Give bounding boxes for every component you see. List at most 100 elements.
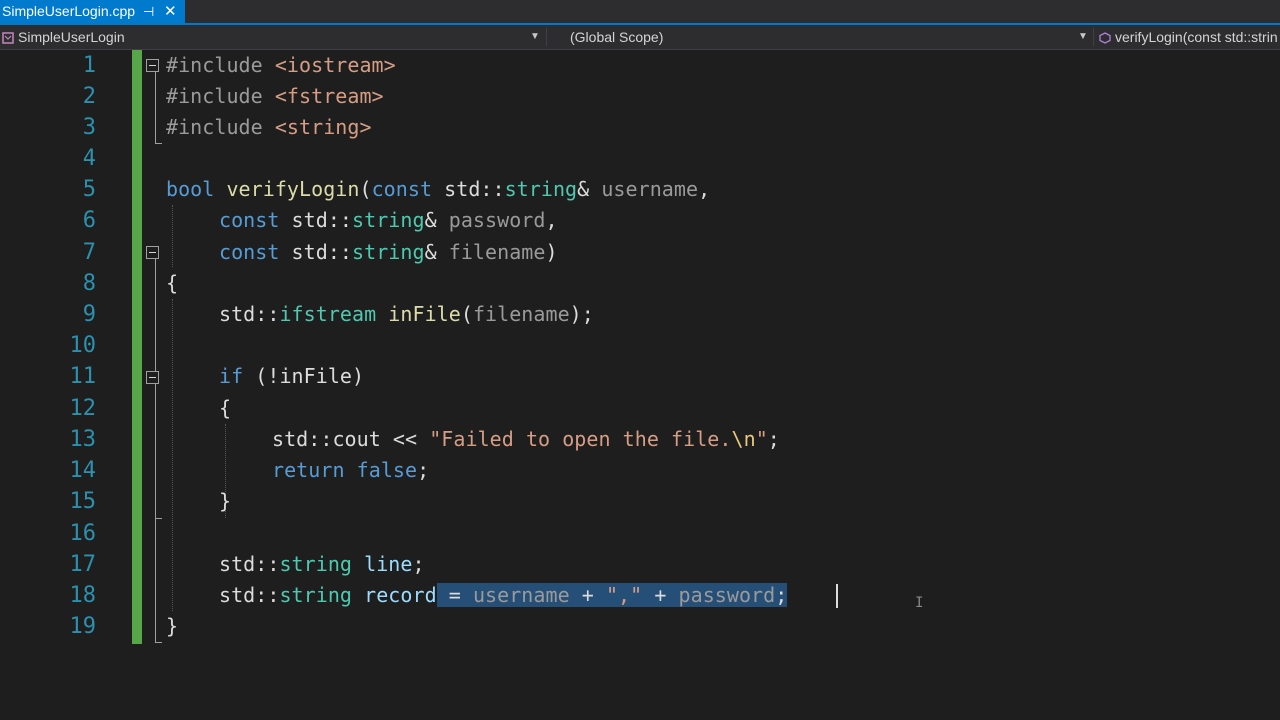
token: bool [166, 177, 215, 201]
token: return [272, 458, 345, 482]
token: inFile [388, 302, 461, 326]
token: false [356, 458, 418, 482]
code-line-1: #include <iostream> [166, 50, 396, 81]
token: string [279, 583, 353, 607]
token: { [219, 396, 232, 420]
token: #include [166, 53, 275, 77]
token: ) [352, 364, 365, 388]
token: , [698, 177, 711, 201]
token: std:: [272, 427, 333, 451]
code-line-11: if (!inFile) [219, 361, 364, 392]
token: + [569, 583, 606, 607]
token: inFile [279, 364, 353, 388]
outline-end [155, 642, 162, 643]
token: std:: [219, 583, 280, 607]
chevron-down-icon[interactable]: ▼ [1078, 25, 1088, 49]
close-icon[interactable]: ✕ [164, 0, 177, 23]
line-number: 12 [69, 396, 97, 421]
code-line-6: const std::string& password, [219, 205, 558, 236]
token: + [642, 583, 679, 607]
token: string [279, 552, 353, 576]
token: \n [731, 427, 756, 451]
code-line-18: std::string record = username + "," + pa… [219, 580, 788, 611]
token: std:: [279, 208, 353, 232]
token: } [219, 489, 232, 513]
code-line-13: std::cout << "Failed to open the file.\n… [272, 424, 780, 455]
token: " [755, 427, 768, 451]
line-number: 4 [82, 146, 96, 171]
token: ) [545, 240, 558, 264]
token: <iostream> [274, 53, 396, 77]
line-number: 14 [69, 458, 97, 483]
text-selection[interactable]: = username + "," + password; [436, 583, 788, 607]
scope-dropdown[interactable]: (Global Scope) [570, 25, 1070, 49]
token: password [678, 583, 776, 607]
token: filename [448, 240, 546, 264]
token: string [352, 208, 425, 232]
token: verifyLogin [226, 177, 360, 201]
method-icon [1099, 32, 1111, 44]
token: std:: [279, 240, 353, 264]
outline-end [155, 143, 162, 144]
token: std:: [219, 302, 280, 326]
code-line-17: std::string line; [219, 549, 425, 580]
collapse-icon[interactable] [146, 371, 159, 384]
token: ( [359, 177, 372, 201]
token: "," [605, 583, 643, 607]
token: std:: [432, 177, 505, 201]
token: cout [332, 427, 381, 451]
token: username [601, 177, 699, 201]
token: & [424, 208, 449, 232]
indent-guide [172, 205, 173, 267]
line-number: 3 [82, 115, 96, 140]
token: string [504, 177, 578, 201]
navigation-bar: SimpleUserLogin ▼ (Global Scope) ▼ verif… [0, 25, 1280, 50]
code-line-2: #include <fstream> [166, 81, 384, 112]
tab-filename: SimpleUserLogin.cpp [2, 3, 136, 19]
token: ifstream [279, 302, 377, 326]
token: & [424, 240, 449, 264]
token: password [448, 208, 546, 232]
outline-end [155, 518, 162, 519]
line-number: 6 [82, 208, 96, 233]
token: ); [569, 302, 594, 326]
scope-label: (Global Scope) [570, 29, 664, 45]
pin-icon[interactable]: ⊣ [143, 0, 154, 23]
line-number: 1 [82, 53, 96, 78]
line-number: 7 [82, 240, 96, 265]
chevron-down-icon[interactable]: ▼ [530, 25, 540, 49]
code-line-3: #include <string> [166, 112, 372, 143]
document-tab-strip: SimpleUserLogin.cpp ⊣ ✕ [0, 0, 1280, 25]
line-number: 11 [69, 364, 97, 389]
code-line-14: return false; [272, 455, 429, 486]
token: (! [243, 364, 280, 388]
token: <fstream> [274, 84, 384, 108]
token: record [364, 583, 437, 607]
collapse-icon[interactable] [146, 59, 159, 72]
line-number: 5 [82, 177, 96, 202]
code-line-8: { [166, 268, 178, 299]
member-dropdown[interactable]: verifyLogin(const std::strin [1099, 25, 1280, 49]
token: ( [460, 302, 473, 326]
code-editor[interactable]: 1 2 3 4 5 6 7 8 9 10 11 12 13 14 15 16 1… [0, 50, 1280, 720]
indent-guide [172, 299, 173, 611]
text-caret [836, 584, 838, 608]
tab-simpleuserlogin-cpp[interactable]: SimpleUserLogin.cpp ⊣ ✕ [0, 0, 185, 23]
project-name: SimpleUserLogin [18, 29, 125, 45]
token: const [219, 208, 280, 232]
nav-divider [546, 28, 547, 46]
code-line-19: } [166, 611, 178, 642]
token: ; [767, 427, 780, 451]
project-dropdown[interactable]: SimpleUserLogin [2, 25, 540, 49]
token: = [436, 583, 473, 607]
project-icon [2, 32, 14, 44]
code-line-15: } [219, 486, 231, 517]
token: } [166, 614, 179, 638]
code-line-7: const std::string& filename) [219, 237, 558, 268]
code-line-9: std::ifstream inFile(filename); [219, 299, 594, 330]
collapse-icon[interactable] [146, 246, 159, 259]
token: "Failed to open the file. [429, 427, 732, 451]
token: & [577, 177, 602, 201]
line-number: 15 [69, 489, 97, 514]
mouse-ibeam-icon: I [915, 595, 924, 611]
